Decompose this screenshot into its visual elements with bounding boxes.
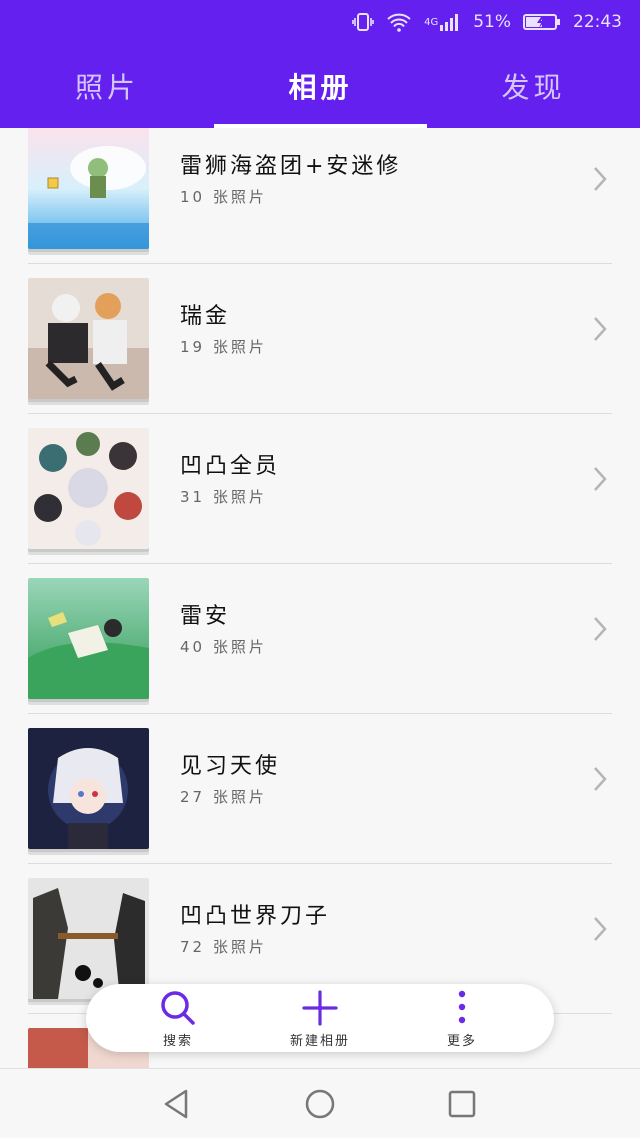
recents-square-icon[interactable] xyxy=(445,1087,479,1121)
album-photo-count: 27 张照片 xyxy=(180,788,267,806)
bottom-action-bar: 搜索 新建相册 更多 xyxy=(86,984,554,1052)
tab-discover[interactable]: 发现 xyxy=(427,44,640,128)
status-bar: 4G 51% 22:43 xyxy=(0,0,640,44)
album-photo-count: 40 张照片 xyxy=(180,638,267,656)
album-photo-count: 10 张照片 xyxy=(180,188,267,206)
search-button[interactable]: 搜索 xyxy=(118,984,238,1052)
album-row[interactable]: 瑞金 19 张照片 xyxy=(28,264,612,414)
album-name: 见习天使 xyxy=(180,754,281,779)
album-name: 瑞金 xyxy=(180,304,231,329)
network-type: 4G xyxy=(424,16,439,28)
battery-icon xyxy=(523,12,561,32)
plus-icon xyxy=(302,990,338,1026)
album-cover xyxy=(28,428,149,549)
search-icon xyxy=(161,991,195,1025)
album-cover xyxy=(28,878,149,999)
album-name: 雷狮海盗团+安迷修 xyxy=(180,154,402,179)
search-label: 搜索 xyxy=(162,1034,193,1049)
album-cover xyxy=(28,578,149,699)
chevron-right-icon xyxy=(594,317,607,341)
album-row[interactable]: 雷安 40 张照片 xyxy=(28,564,612,714)
chevron-right-icon xyxy=(594,467,607,491)
home-circle-icon[interactable] xyxy=(303,1087,337,1121)
chevron-right-icon xyxy=(594,767,607,791)
vibrate-icon xyxy=(352,12,374,32)
new-album-button[interactable]: 新建相册 xyxy=(260,984,380,1052)
album-list[interactable]: 雷狮海盗团+安迷修 10 张照片 瑞金 19 张照片 凹凸全员 31 张照片 雷… xyxy=(0,128,640,1068)
more-label: 更多 xyxy=(446,1034,477,1049)
system-nav-bar xyxy=(0,1068,640,1138)
clock: 22:43 xyxy=(573,12,622,32)
tab-albums[interactable]: 相册 xyxy=(214,44,427,128)
album-cover xyxy=(28,728,149,849)
album-row[interactable]: 凹凸全员 31 张照片 xyxy=(28,414,612,564)
battery-percent: 51% xyxy=(473,12,511,32)
new-album-label: 新建相册 xyxy=(289,1034,350,1049)
signal-icon: 4G xyxy=(424,12,461,32)
wifi-icon xyxy=(386,12,412,32)
tab-photos[interactable]: 照片 xyxy=(0,44,214,128)
album-cover xyxy=(28,278,149,399)
back-triangle-icon[interactable] xyxy=(160,1087,194,1121)
album-name: 凹凸全员 xyxy=(180,454,281,479)
chevron-right-icon xyxy=(594,617,607,641)
chevron-right-icon xyxy=(594,917,607,941)
album-cover xyxy=(28,128,149,249)
album-name: 凹凸世界刀子 xyxy=(180,904,331,929)
more-vertical-icon xyxy=(458,990,466,1024)
album-photo-count: 72 张照片 xyxy=(180,938,267,956)
album-row[interactable]: 见习天使 27 张照片 xyxy=(28,714,612,864)
album-name: 雷安 xyxy=(180,604,231,629)
chevron-right-icon xyxy=(594,167,607,191)
top-tab-bar: 照片 相册 发现 xyxy=(0,44,640,128)
album-row[interactable]: 雷狮海盗团+安迷修 10 张照片 xyxy=(28,128,612,264)
album-photo-count: 31 张照片 xyxy=(180,488,267,506)
more-button[interactable]: 更多 xyxy=(402,984,522,1052)
album-photo-count: 19 张照片 xyxy=(180,338,267,356)
